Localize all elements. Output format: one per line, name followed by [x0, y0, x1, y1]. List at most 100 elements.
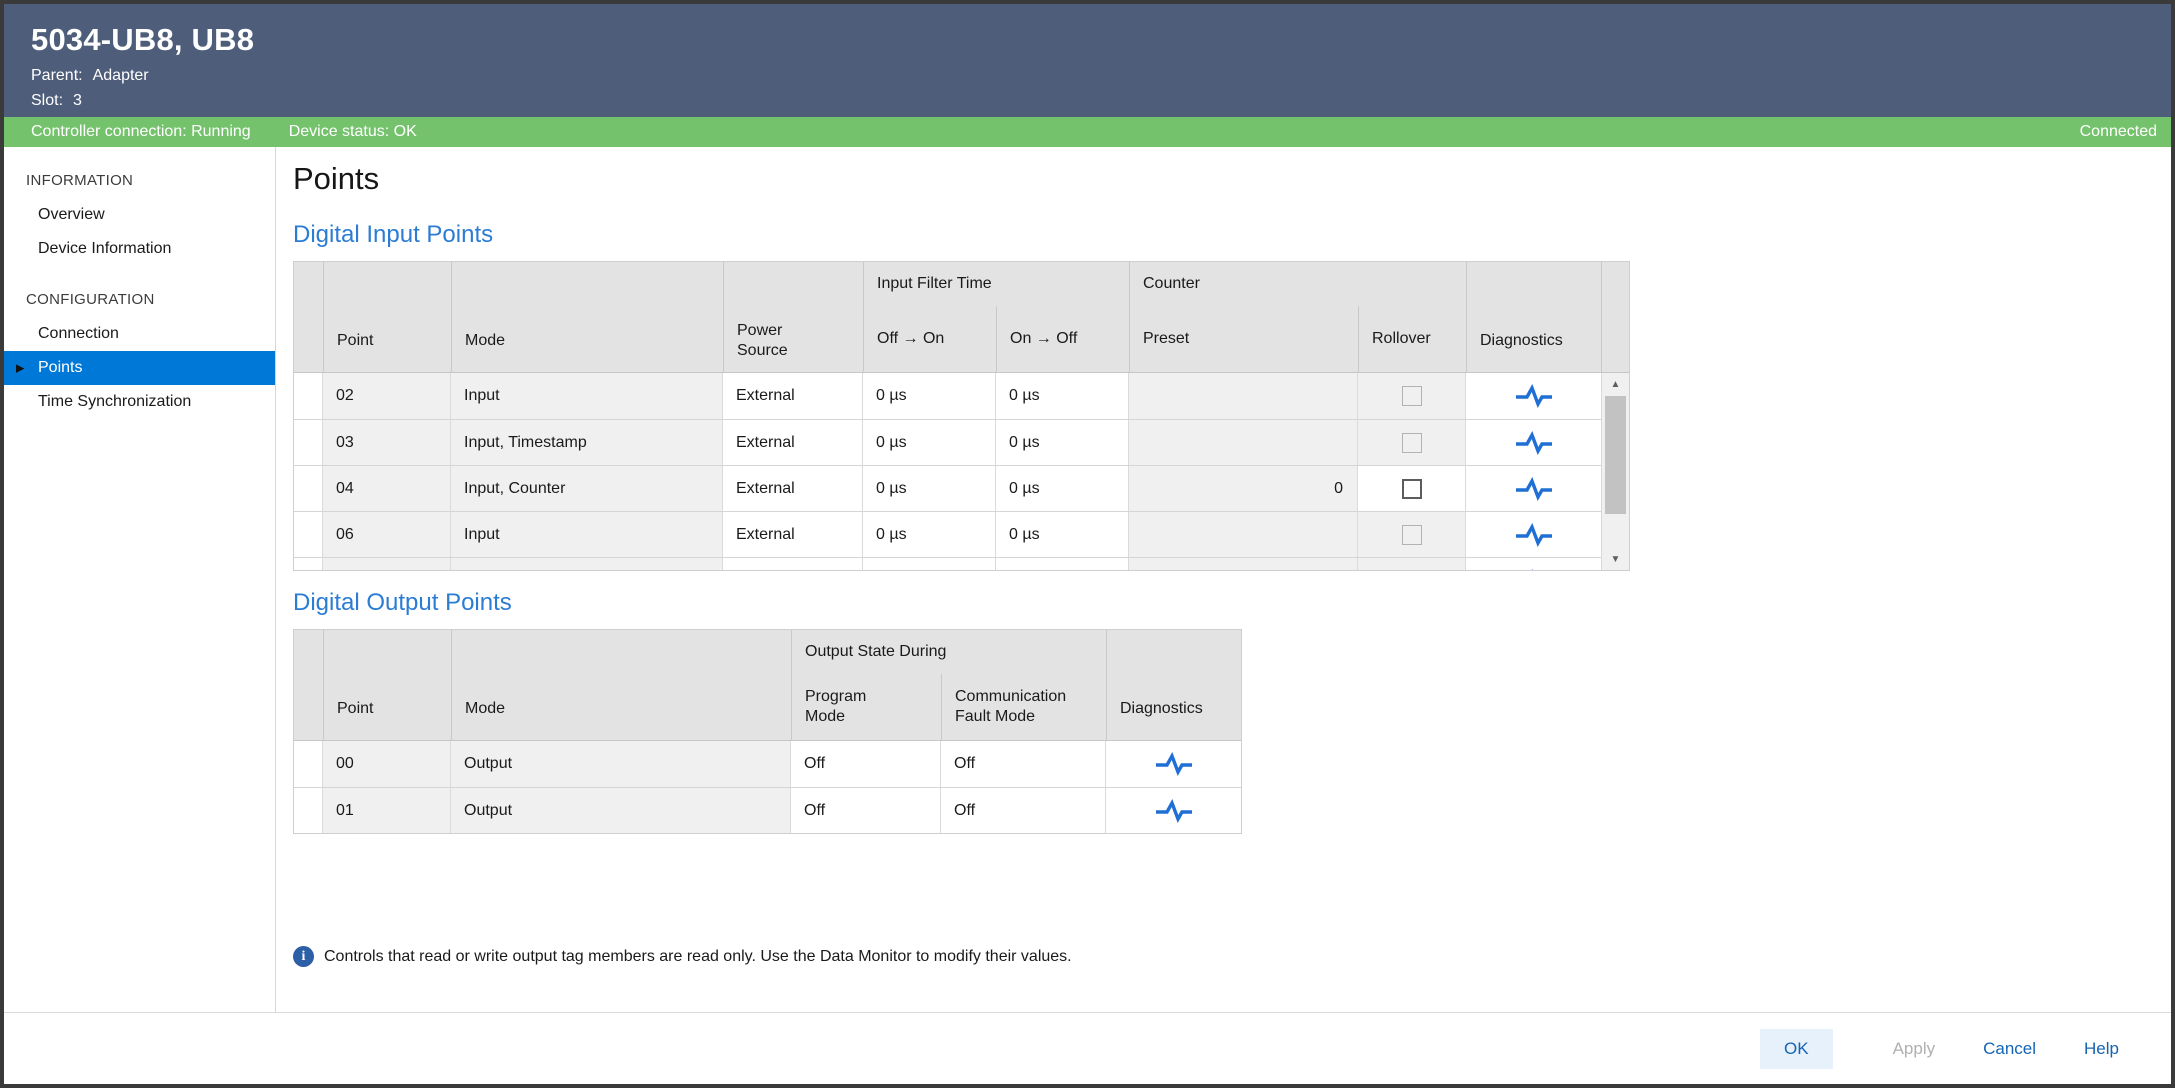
- info-icon: i: [293, 946, 314, 967]
- off-to-on-cell[interactable]: 0 µs: [863, 420, 996, 465]
- mode-cell: Input: [451, 512, 723, 557]
- apply-button[interactable]: Apply: [1879, 1029, 1950, 1069]
- on-to-off-cell[interactable]: 0 µs: [996, 466, 1129, 511]
- parent-label: Parent:: [31, 67, 83, 84]
- status-bar: Controller connection: Running Device st…: [4, 117, 2171, 147]
- sidebar-item-points[interactable]: ▶ Points: [4, 351, 275, 385]
- point-cell: 02: [323, 373, 451, 419]
- preset-cell: [1129, 512, 1358, 557]
- diagnostics-cell: [1466, 558, 1601, 570]
- diagnostics-icon[interactable]: [1106, 788, 1241, 833]
- rollover-checkbox: [1402, 386, 1422, 406]
- diagnostics-icon[interactable]: [1466, 512, 1601, 557]
- diagnostics-icon[interactable]: [1466, 420, 1601, 465]
- scroll-down-icon[interactable]: ▼: [1602, 548, 1629, 570]
- row-selector-cell[interactable]: [294, 788, 323, 833]
- diagnostics-column-header: Diagnostics: [1106, 630, 1241, 740]
- scrollbar-header-spacer: [1601, 262, 1629, 372]
- off-to-on-column-header: Off → On: [863, 306, 996, 372]
- controller-connection-status: Controller connection: Running: [31, 123, 251, 141]
- communication-fault-mode-cell[interactable]: Off: [941, 741, 1106, 787]
- scroll-up-icon[interactable]: ▲: [1602, 373, 1629, 395]
- power-source-cell[interactable]: External: [723, 512, 863, 557]
- sidebar-item-points-label: Points: [38, 359, 82, 376]
- sidebar-section-information: INFORMATION: [4, 163, 275, 198]
- input-table-scrollbar[interactable]: ▲ ▼: [1601, 373, 1629, 570]
- input-table-viewport: 02 Input External 0 µs 0 µs: [294, 373, 1629, 570]
- digital-input-points-heading: Digital Input Points: [293, 221, 2171, 249]
- on-to-off-cell[interactable]: 0 µs: [996, 558, 1129, 570]
- row-selector-cell[interactable]: [294, 558, 323, 570]
- power-source-cell[interactable]: External: [723, 558, 863, 570]
- point-cell: 06: [323, 512, 451, 557]
- communication-fault-mode-column-header: Communication Fault Mode: [941, 674, 1106, 740]
- diagnostics-icon[interactable]: [1106, 741, 1241, 787]
- output-table-body: 00 Output Off Off 01: [294, 741, 1241, 833]
- diagnostics-column-header: Diagnostics: [1466, 262, 1601, 372]
- cancel-button[interactable]: Cancel: [1969, 1029, 2050, 1069]
- input-table-header: Point Mode Power Source Input Filter Tim…: [294, 262, 1629, 373]
- parent-line: Parent: Adapter: [31, 67, 2171, 85]
- off-to-on-cell[interactable]: 0 µs: [863, 373, 996, 419]
- program-mode-column-header: Program Mode: [791, 674, 941, 740]
- slot-value: 3: [73, 92, 82, 109]
- ok-button[interactable]: OK: [1760, 1029, 1833, 1069]
- digital-output-points-heading: Digital Output Points: [293, 589, 2171, 617]
- row-selector-header: [294, 630, 323, 740]
- power-source-cell[interactable]: External: [723, 373, 863, 419]
- device-properties-window: 5034-UB8, UB8 Parent:Adapter Slot:3 Cont…: [0, 0, 2175, 1088]
- diagnostics-icon[interactable]: [1466, 558, 1601, 570]
- point-column-header: Point: [323, 262, 451, 372]
- diagnostics-cell: [1466, 373, 1601, 419]
- diagnostics-icon[interactable]: [1466, 466, 1601, 511]
- preset-cell[interactable]: 0: [1129, 466, 1358, 511]
- point-column-header: Point: [323, 630, 451, 740]
- point-cell: 01: [323, 788, 451, 833]
- row-selector-cell[interactable]: [294, 466, 323, 511]
- program-mode-cell[interactable]: Off: [791, 788, 941, 833]
- off-to-on-cell[interactable]: 0 µs: [863, 466, 996, 511]
- point-cell: 04: [323, 466, 451, 511]
- parent-value: Adapter: [93, 67, 149, 84]
- device-title: 5034-UB8, UB8: [31, 22, 2171, 58]
- row-selector-cell[interactable]: [294, 373, 323, 419]
- power-source-cell[interactable]: External: [723, 420, 863, 465]
- on-to-off-cell[interactable]: 0 µs: [996, 512, 1129, 557]
- digital-output-points-table: Point Mode Output State During Program M…: [293, 629, 1242, 834]
- input-row-04: 04 Input, Counter External 0 µs 0 µs 0: [294, 465, 1601, 511]
- off-to-on-cell[interactable]: 0 µs: [863, 512, 996, 557]
- mode-column-header: Mode: [451, 630, 791, 740]
- on-to-off-cell[interactable]: 0 µs: [996, 420, 1129, 465]
- output-table-header: Point Mode Output State During Program M…: [294, 630, 1241, 741]
- point-cell: 00: [323, 741, 451, 787]
- digital-input-points-table: Point Mode Power Source Input Filter Tim…: [293, 261, 1630, 571]
- row-selector-cell[interactable]: [294, 420, 323, 465]
- row-selector-cell[interactable]: [294, 741, 323, 787]
- input-row-07: 07 Input External 0 µs 0 µs: [294, 557, 1601, 570]
- sidebar-item-device-information[interactable]: Device Information: [4, 232, 275, 266]
- input-filter-time-group-header: Input Filter Time: [863, 262, 1129, 306]
- sidebar-item-connection[interactable]: Connection: [4, 317, 275, 351]
- sidebar-item-overview[interactable]: Overview: [4, 198, 275, 232]
- on-to-off-column-header: On → Off: [996, 306, 1129, 372]
- row-selector-cell[interactable]: [294, 512, 323, 557]
- scrollbar-thumb[interactable]: [1605, 396, 1626, 514]
- communication-fault-mode-cell[interactable]: Off: [941, 788, 1106, 833]
- diagnostics-icon[interactable]: [1466, 373, 1601, 419]
- rollover-checkbox[interactable]: [1402, 479, 1422, 499]
- off-to-on-cell[interactable]: 0 µs: [863, 558, 996, 570]
- row-selector-header: [294, 262, 323, 372]
- power-source-cell[interactable]: External: [723, 466, 863, 511]
- read-only-note: i Controls that read or write output tag…: [293, 946, 2171, 967]
- mode-cell: Output: [451, 788, 791, 833]
- sidebar-nav: INFORMATION Overview Device Information …: [4, 147, 276, 1012]
- rollover-cell: [1358, 512, 1466, 557]
- sidebar-item-time-synchronization[interactable]: Time Synchronization: [4, 385, 275, 419]
- preset-cell: [1129, 420, 1358, 465]
- main-content: Points Digital Input Points Point Mode P…: [276, 147, 2171, 1012]
- connection-state: Connected: [2080, 123, 2157, 141]
- help-button[interactable]: Help: [2070, 1029, 2133, 1069]
- output-row-00: 00 Output Off Off: [294, 741, 1241, 787]
- on-to-off-cell[interactable]: 0 µs: [996, 373, 1129, 419]
- program-mode-cell[interactable]: Off: [791, 741, 941, 787]
